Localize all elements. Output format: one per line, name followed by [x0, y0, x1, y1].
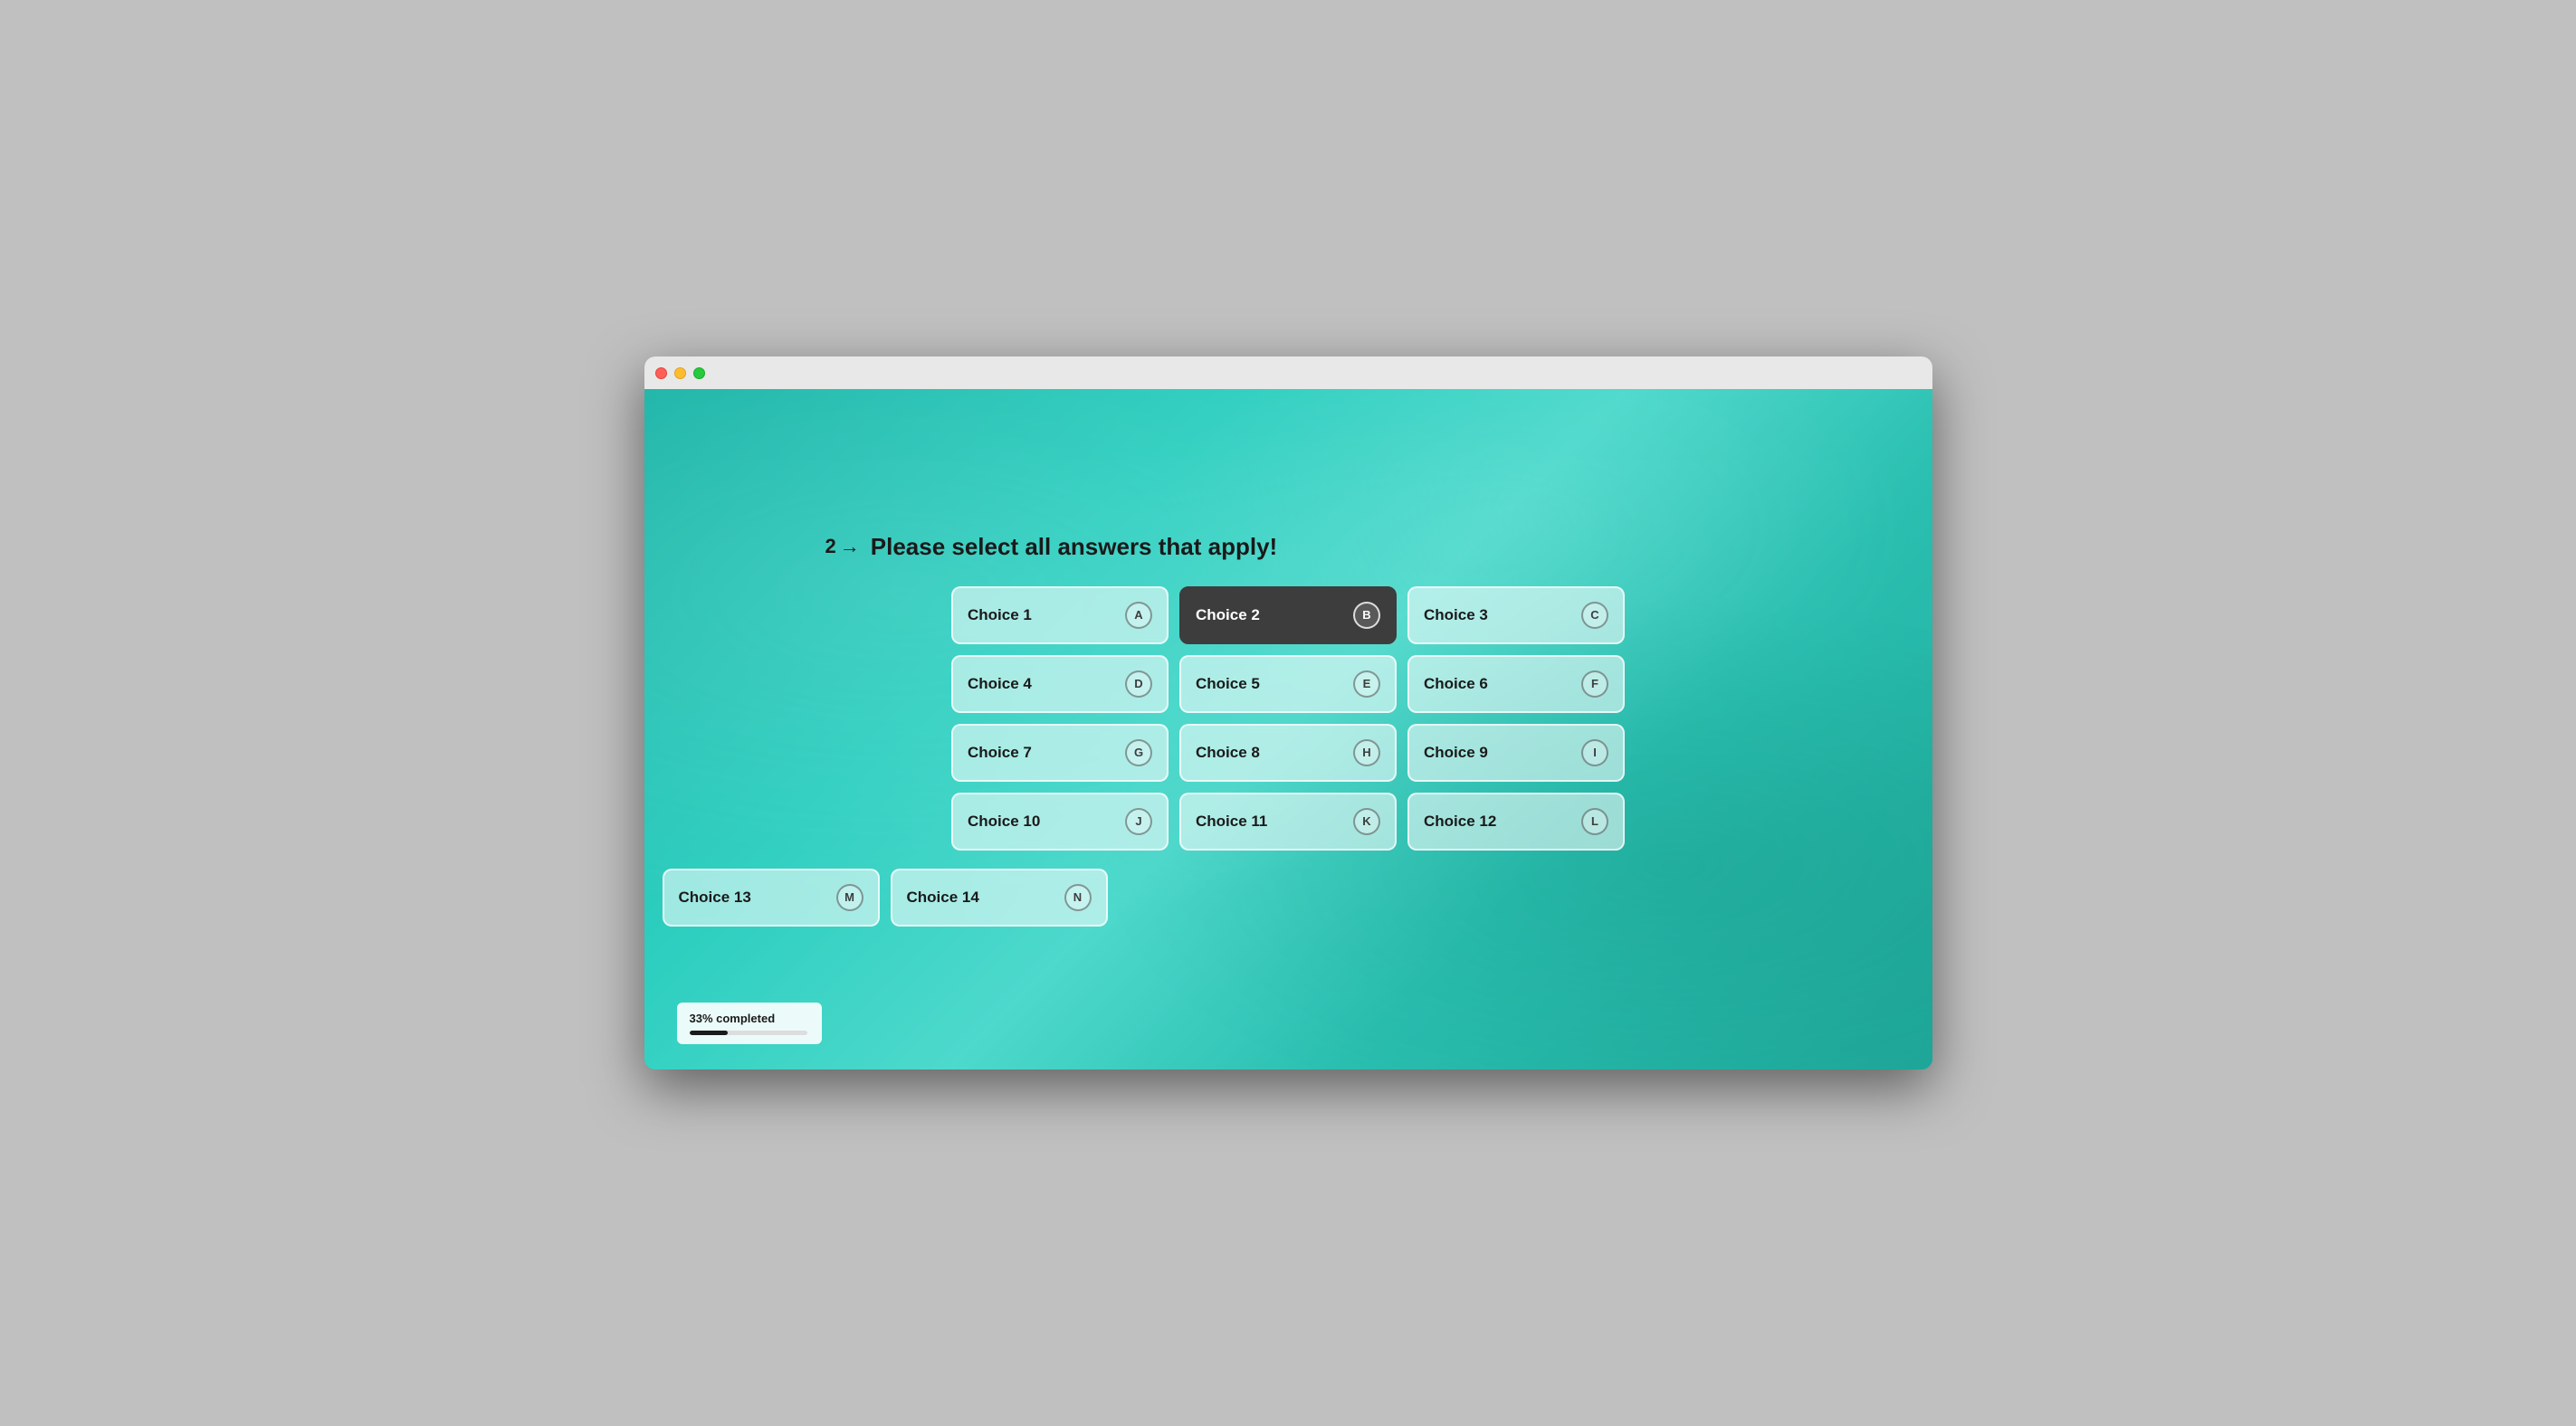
progress-label: 33% completed	[690, 1012, 809, 1025]
choice-label-c: Choice 3	[1424, 606, 1488, 624]
choice-button-n[interactable]: Choice 14 N	[891, 869, 1108, 927]
choice-key-m: M	[836, 884, 863, 911]
choice-button-h[interactable]: Choice 8 H	[1179, 724, 1397, 782]
choice-label-h: Choice 8	[1196, 744, 1260, 762]
choice-button-k[interactable]: Choice 11 K	[1179, 793, 1397, 851]
choice-button-j[interactable]: Choice 10 J	[951, 793, 1169, 851]
choice-key-k: K	[1353, 808, 1380, 835]
choice-key-l: L	[1581, 808, 1608, 835]
progress-fill	[690, 1031, 729, 1035]
progress-bar-container: 33% completed	[677, 1003, 822, 1044]
choice-button-e[interactable]: Choice 5 E	[1179, 655, 1397, 713]
choice-key-h: H	[1353, 739, 1380, 766]
choice-button-a[interactable]: Choice 1 A	[951, 586, 1169, 644]
window-content: 2 → Please select all answers that apply…	[644, 389, 1932, 1070]
choice-key-f: F	[1581, 670, 1608, 698]
choice-label-a: Choice 1	[968, 606, 1032, 624]
choice-label-k: Choice 11	[1196, 813, 1267, 831]
choice-button-b[interactable]: Choice 2 B	[1179, 586, 1397, 644]
survey-container: 2 → Please select all answers that apply…	[644, 389, 1932, 1070]
choice-label-f: Choice 6	[1424, 675, 1488, 693]
choice-button-m[interactable]: Choice 13 M	[663, 869, 880, 927]
arrow-icon: →	[840, 535, 860, 558]
choice-button-g[interactable]: Choice 7 G	[951, 724, 1169, 782]
title-bar	[644, 356, 1932, 389]
question-header: 2 → Please select all answers that apply…	[825, 533, 1278, 561]
choice-button-c[interactable]: Choice 3 C	[1407, 586, 1625, 644]
choice-button-f[interactable]: Choice 6 F	[1407, 655, 1625, 713]
choice-key-i: I	[1581, 739, 1608, 766]
choice-label-i: Choice 9	[1424, 744, 1488, 762]
choice-key-b: B	[1353, 602, 1380, 629]
choice-key-e: E	[1353, 670, 1380, 698]
choice-label-n: Choice 14	[907, 889, 979, 907]
choices-last-row: Choice 13 M Choice 14 N	[663, 869, 1108, 927]
choice-button-i[interactable]: Choice 9 I	[1407, 724, 1625, 782]
mac-window: 2 → Please select all answers that apply…	[644, 356, 1932, 1070]
question-number: 2 →	[825, 535, 860, 558]
choice-label-b: Choice 2	[1196, 606, 1260, 624]
choice-label-m: Choice 13	[679, 889, 751, 907]
choice-key-d: D	[1125, 670, 1152, 698]
minimize-button[interactable]	[674, 367, 686, 379]
choice-label-g: Choice 7	[968, 744, 1032, 762]
choice-key-j: J	[1125, 808, 1152, 835]
progress-track	[690, 1031, 807, 1035]
choice-key-g: G	[1125, 739, 1152, 766]
choice-label-e: Choice 5	[1196, 675, 1260, 693]
choice-button-l[interactable]: Choice 12 L	[1407, 793, 1625, 851]
choices-grid: Choice 1AChoice 2BChoice 3CChoice 4DChoi…	[951, 586, 1625, 851]
choice-key-n: N	[1064, 884, 1092, 911]
choice-label-l: Choice 12	[1424, 813, 1496, 831]
close-button[interactable]	[655, 367, 667, 379]
choice-key-a: A	[1125, 602, 1152, 629]
question-text: Please select all answers that apply!	[871, 533, 1277, 561]
choice-label-j: Choice 10	[968, 813, 1040, 831]
maximize-button[interactable]	[693, 367, 705, 379]
choice-button-d[interactable]: Choice 4 D	[951, 655, 1169, 713]
choice-key-c: C	[1581, 602, 1608, 629]
choice-label-d: Choice 4	[968, 675, 1032, 693]
